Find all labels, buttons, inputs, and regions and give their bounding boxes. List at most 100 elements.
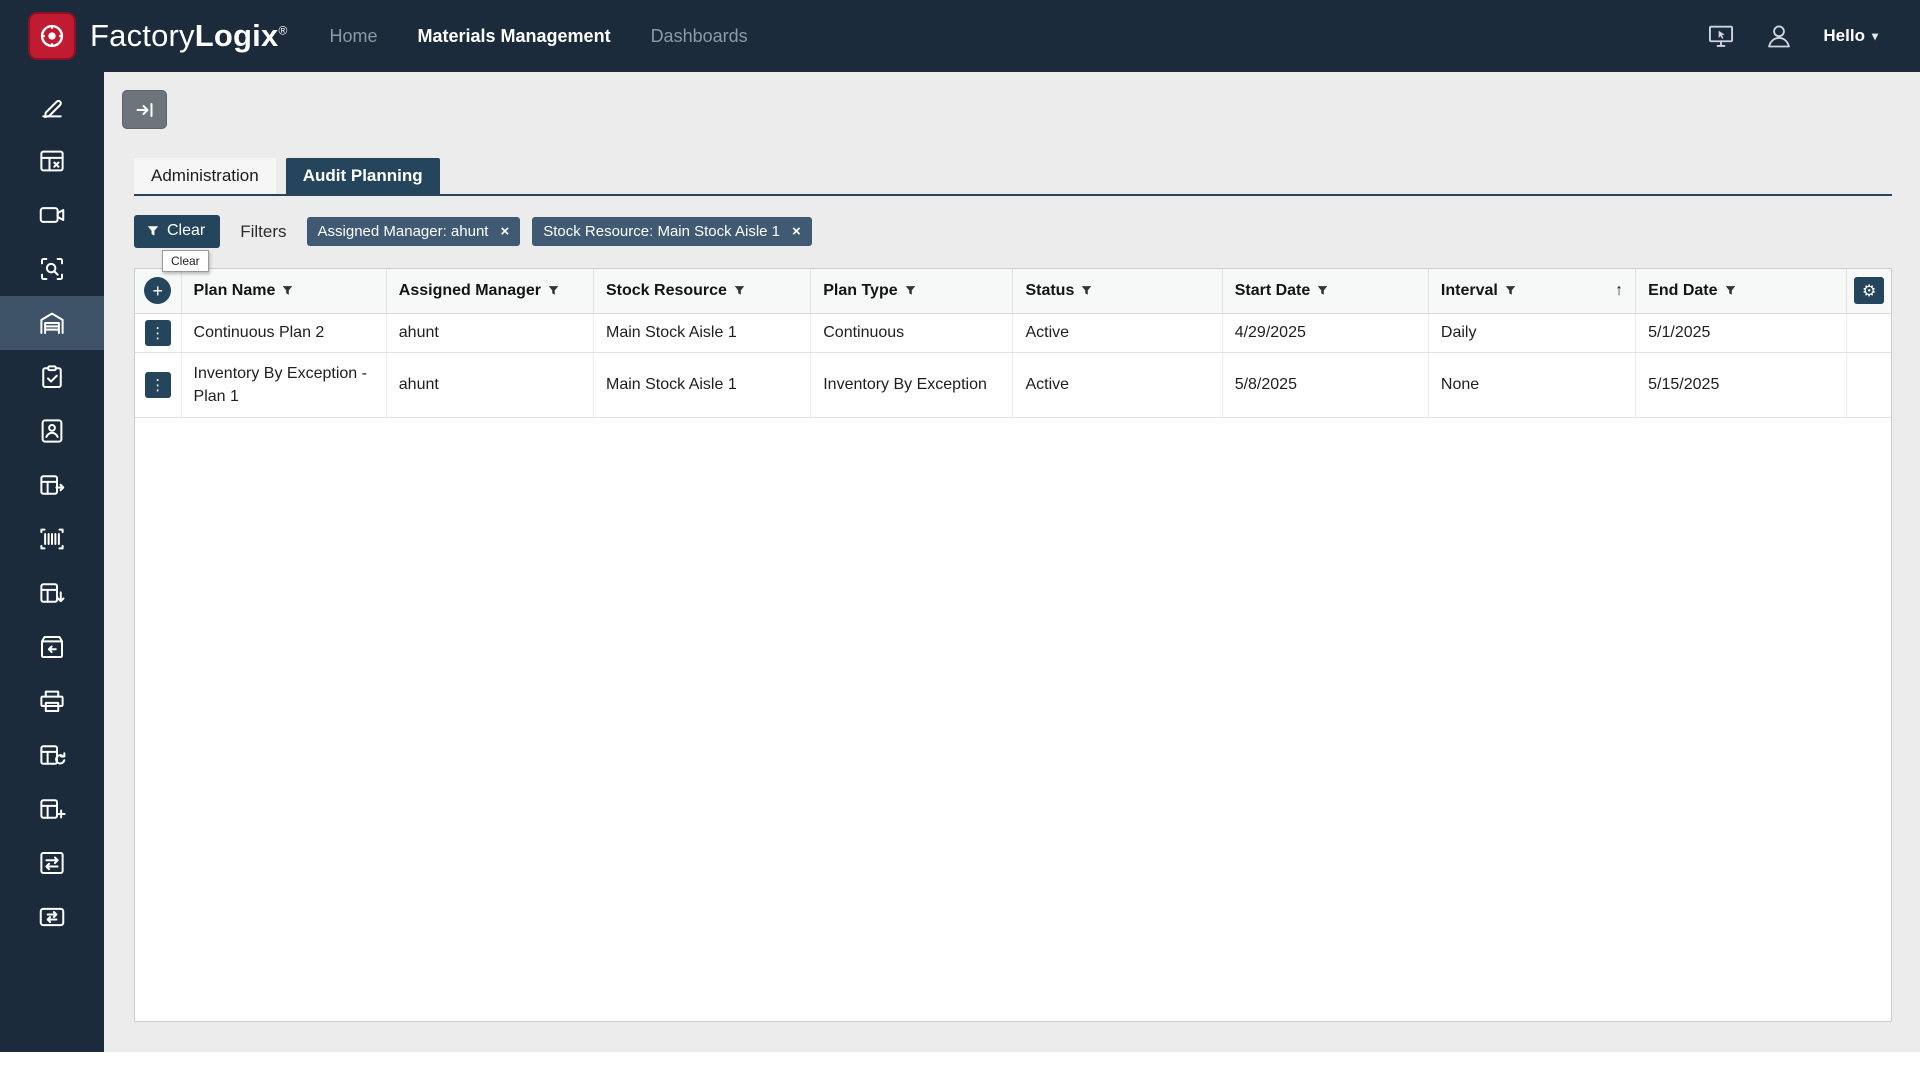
edit-icon [37, 92, 67, 122]
chevron-down-icon: ▾ [1872, 29, 1878, 43]
sidebar-item-table-refresh[interactable] [0, 728, 104, 782]
filter-chip-stock-resource[interactable]: Stock Resource: Main Stock Aisle 1 × [532, 217, 812, 246]
cell-assigned-manager: ahunt [386, 313, 593, 352]
filter-funnel-icon [147, 225, 159, 237]
remove-filter-icon[interactable]: × [792, 224, 801, 239]
clear-button-label: Clear [167, 222, 205, 240]
scan-search-icon [37, 254, 67, 284]
table-header-row: + Plan Name Assigned Manager Stock Resou… [135, 269, 1891, 313]
remove-filter-icon[interactable]: × [500, 224, 509, 239]
table-refresh-icon [37, 740, 67, 770]
contacts-icon [37, 416, 67, 446]
filter-bar: Clear Filters Assigned Manager: ahunt × … [134, 215, 812, 248]
cell-plan-name: Inventory By Exception - Plan 1 [181, 352, 386, 417]
brand-name: FactoryLogix® [90, 18, 287, 54]
column-header-start-date[interactable]: Start Date [1222, 269, 1428, 313]
sort-ascending-icon: ↑ [1615, 282, 1623, 300]
cell-stock-resource: Main Stock Aisle 1 [594, 313, 811, 352]
column-header-interval[interactable]: Interval↑ [1428, 269, 1635, 313]
clear-tooltip: Clear [162, 250, 209, 272]
sidebar-item-scan-search[interactable] [0, 242, 104, 296]
filter-chip-assigned-manager[interactable]: Assigned Manager: ahunt × [307, 217, 521, 246]
sidebar-item-returns[interactable] [0, 620, 104, 674]
column-header-assigned-manager[interactable]: Assigned Manager [386, 269, 593, 313]
user-icon[interactable] [1765, 22, 1793, 50]
filter-funnel-icon[interactable] [282, 285, 293, 296]
sidebar-item-table-add[interactable] [0, 782, 104, 836]
worksheet-icon [37, 146, 67, 176]
sidebar-item-worksheet[interactable] [0, 134, 104, 188]
sidebar-item-edit[interactable] [0, 80, 104, 134]
filter-funnel-icon[interactable] [1725, 285, 1736, 296]
filter-funnel-icon[interactable] [734, 285, 745, 296]
cell-start-date: 5/8/2025 [1222, 352, 1428, 417]
factorylogix-logo[interactable] [28, 12, 76, 60]
nav-materials-management[interactable]: Materials Management [418, 26, 611, 47]
greeting-label: Hello [1823, 26, 1865, 46]
sidebar [0, 72, 104, 1052]
top-bar: FactoryLogix® Home Materials Management … [0, 0, 1920, 72]
active-filter-chips: Assigned Manager: ahunt × Stock Resource… [307, 217, 812, 246]
returns-icon [37, 632, 67, 662]
cell-status: Active [1013, 352, 1222, 417]
sidebar-item-warehouse[interactable] [0, 296, 104, 350]
nav-home[interactable]: Home [329, 26, 377, 47]
chip-label: Stock Resource: Main Stock Aisle 1 [543, 223, 780, 240]
cell-start-date: 4/29/2025 [1222, 313, 1428, 352]
row-actions-button[interactable]: ⋮ [145, 372, 171, 398]
clear-filters-button[interactable]: Clear [134, 215, 220, 248]
print-icon [37, 686, 67, 716]
arrow-to-bar-icon [134, 99, 156, 121]
table-row[interactable]: ⋮ Continuous Plan 2 ahunt Main Stock Ais… [135, 313, 1891, 352]
tab-administration[interactable]: Administration [134, 158, 276, 194]
sidebar-item-table-transfer[interactable] [0, 836, 104, 890]
add-plan-button[interactable]: + [144, 277, 171, 304]
audit-plans-table: + Plan Name Assigned Manager Stock Resou… [134, 268, 1892, 1022]
warehouse-icon [37, 308, 67, 338]
table-import-icon [37, 578, 67, 608]
image-transfer-icon [37, 902, 67, 932]
main-content: Administration Audit Planning Clear Filt… [104, 72, 1920, 1052]
sidebar-item-print[interactable] [0, 674, 104, 728]
table-settings-button[interactable]: ⚙ [1854, 277, 1884, 304]
user-menu[interactable]: Hello ▾ [1823, 26, 1878, 46]
media-feeder-icon [37, 200, 67, 230]
cell-plan-type: Continuous [811, 313, 1013, 352]
tab-bar: Administration Audit Planning [134, 158, 1892, 196]
row-actions-button[interactable]: ⋮ [145, 320, 171, 346]
sidebar-item-media-feeder[interactable] [0, 188, 104, 242]
column-header-end-date[interactable]: End Date [1636, 269, 1847, 313]
remote-display-icon[interactable] [1707, 22, 1735, 50]
cell-stock-resource: Main Stock Aisle 1 [594, 352, 811, 417]
top-navigation: Home Materials Management Dashboards [329, 26, 747, 47]
column-header-plan-name[interactable]: Plan Name [181, 269, 386, 313]
table-row[interactable]: ⋮ Inventory By Exception - Plan 1 ahunt … [135, 352, 1891, 417]
filter-funnel-icon[interactable] [905, 285, 916, 296]
filter-funnel-icon[interactable] [548, 285, 559, 296]
barcode-icon [37, 524, 67, 554]
sidebar-item-audit[interactable] [0, 350, 104, 404]
cell-plan-name: Continuous Plan 2 [181, 313, 386, 352]
sidebar-item-table-export[interactable] [0, 458, 104, 512]
column-header-plan-type[interactable]: Plan Type [811, 269, 1013, 313]
nav-dashboards[interactable]: Dashboards [651, 26, 748, 47]
filter-funnel-icon[interactable] [1081, 285, 1092, 296]
cell-plan-type: Inventory By Exception [811, 352, 1013, 417]
cell-interval: Daily [1428, 313, 1635, 352]
filters-label: Filters [240, 222, 286, 242]
sidebar-item-barcode[interactable] [0, 512, 104, 566]
table-add-icon [37, 794, 67, 824]
column-header-stock-resource[interactable]: Stock Resource [594, 269, 811, 313]
tab-audit-planning[interactable]: Audit Planning [286, 158, 440, 194]
logo-emblem-icon [35, 19, 69, 53]
collapse-panel-button[interactable] [122, 90, 167, 129]
filter-funnel-icon[interactable] [1505, 285, 1516, 296]
sidebar-item-contacts[interactable] [0, 404, 104, 458]
sidebar-item-image-transfer[interactable] [0, 890, 104, 944]
filter-funnel-icon[interactable] [1317, 285, 1328, 296]
sidebar-item-table-import[interactable] [0, 566, 104, 620]
column-header-status[interactable]: Status [1013, 269, 1222, 313]
audit-check-icon [37, 362, 67, 392]
cell-end-date: 5/15/2025 [1636, 352, 1847, 417]
table-export-icon [37, 470, 67, 500]
